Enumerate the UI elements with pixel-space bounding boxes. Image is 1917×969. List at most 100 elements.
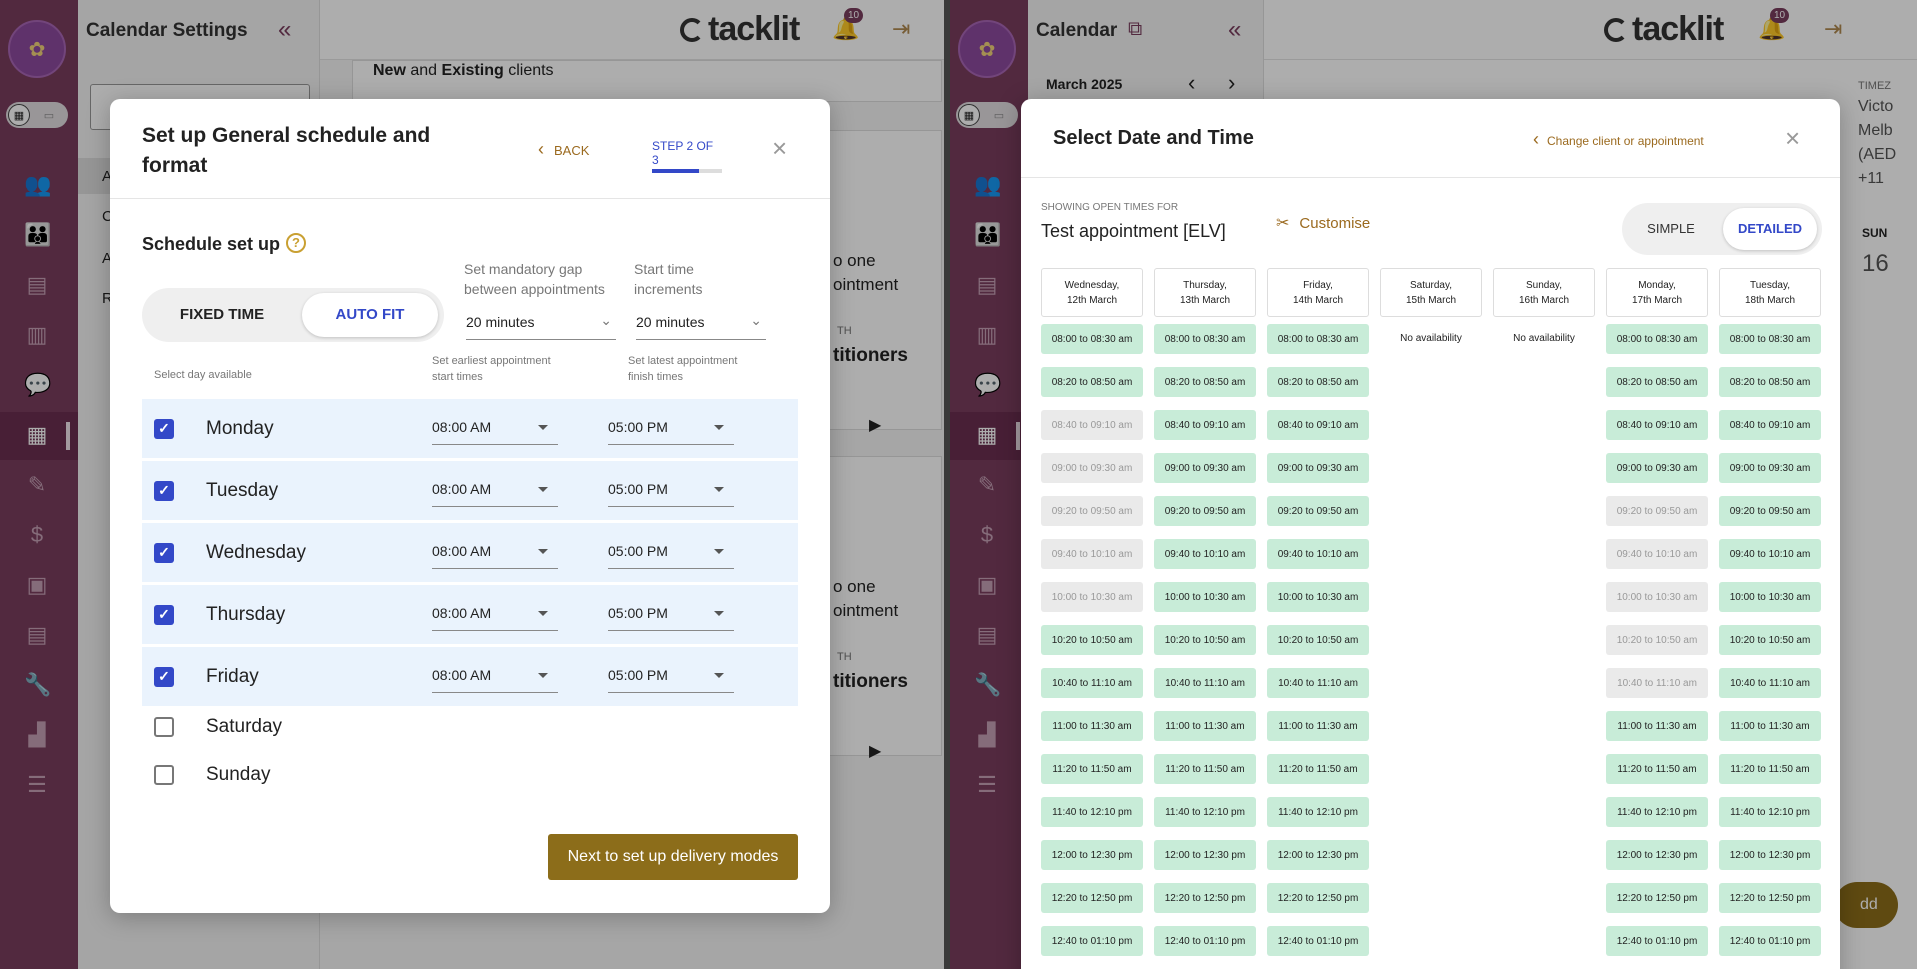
time-slot[interactable]: 11:00 to 11:30 am <box>1267 711 1369 741</box>
fixed-time-option[interactable]: FIXED TIME <box>142 288 302 342</box>
time-slot[interactable]: 11:20 to 11:50 am <box>1606 754 1708 784</box>
time-slot[interactable]: 10:20 to 10:50 am <box>1041 625 1143 655</box>
time-slot[interactable]: 08:00 to 08:30 am <box>1267 324 1369 354</box>
view-toggle: SIMPLE DETAILED <box>1622 203 1822 255</box>
time-slot[interactable]: 10:40 to 11:10 am <box>1041 668 1143 698</box>
time-slot[interactable]: 09:00 to 09:30 am <box>1267 453 1369 483</box>
change-client-link[interactable]: ‹ Change client or appointment <box>1533 129 1704 150</box>
time-slot[interactable]: 12:00 to 12:30 pm <box>1267 840 1369 870</box>
time-slot[interactable]: 12:00 to 12:30 pm <box>1154 840 1256 870</box>
time-slot[interactable]: 12:40 to 01:10 pm <box>1041 926 1143 956</box>
time-slot[interactable]: 08:00 to 08:30 am <box>1606 324 1708 354</box>
time-slot[interactable]: 11:20 to 11:50 am <box>1041 754 1143 784</box>
customise-button[interactable]: ✂ Customise <box>1276 213 1370 233</box>
time-slot[interactable]: 12:40 to 01:10 pm <box>1606 926 1708 956</box>
next-button[interactable]: Next to set up delivery modes <box>548 834 798 880</box>
increment-select[interactable]: 20 minutes ⌄ <box>636 308 766 340</box>
close-icon[interactable]: × <box>1785 123 1800 154</box>
start-time-select[interactable]: 08:00 AM <box>432 599 558 631</box>
question-circle-icon[interactable]: ? <box>286 233 306 253</box>
detailed-option[interactable]: DETAILED <box>1723 208 1817 250</box>
time-slot[interactable]: 08:20 to 08:50 am <box>1719 367 1821 397</box>
time-slot[interactable]: 10:00 to 10:30 am <box>1154 582 1256 612</box>
time-slot[interactable]: 10:00 to 10:30 am <box>1719 582 1821 612</box>
caret-down-icon <box>714 673 724 678</box>
time-slot[interactable]: 12:40 to 01:10 pm <box>1719 926 1821 956</box>
time-slot[interactable]: 08:20 to 08:50 am <box>1267 367 1369 397</box>
time-slot[interactable]: 12:20 to 12:50 pm <box>1267 883 1369 913</box>
time-slot[interactable]: 08:00 to 08:30 am <box>1154 324 1256 354</box>
time-slot[interactable]: 08:40 to 09:10 am <box>1154 410 1256 440</box>
time-slot[interactable]: 08:20 to 08:50 am <box>1606 367 1708 397</box>
time-slot[interactable]: 09:40 to 10:10 am <box>1719 539 1821 569</box>
start-time-select[interactable]: 08:00 AM <box>432 537 558 569</box>
close-icon[interactable]: × <box>772 133 787 164</box>
time-slot: 09:20 to 09:50 am <box>1041 496 1143 526</box>
time-slot[interactable]: 09:20 to 09:50 am <box>1154 496 1256 526</box>
time-slot[interactable]: 11:20 to 11:50 am <box>1719 754 1821 784</box>
time-slot[interactable]: 09:40 to 10:10 am <box>1267 539 1369 569</box>
day-checkbox-monday[interactable]: ✓ <box>154 418 174 439</box>
column-date: 14th March <box>1292 294 1344 306</box>
time-slot[interactable]: 09:00 to 09:30 am <box>1154 453 1256 483</box>
back-button[interactable]: ‹ BACK <box>538 139 589 160</box>
time-slot[interactable]: 11:00 to 11:30 am <box>1154 711 1256 741</box>
end-time-select[interactable]: 05:00 PM <box>608 413 734 445</box>
time-slot[interactable]: 08:20 to 08:50 am <box>1041 367 1143 397</box>
time-slot[interactable]: 09:00 to 09:30 am <box>1606 453 1708 483</box>
time-slot[interactable]: 09:20 to 09:50 am <box>1719 496 1821 526</box>
start-time-select[interactable]: 08:00 AM <box>432 413 558 445</box>
time-slot[interactable]: 11:40 to 12:10 pm <box>1154 797 1256 827</box>
time-slot[interactable]: 10:40 to 11:10 am <box>1154 668 1256 698</box>
time-slot[interactable]: 08:40 to 09:10 am <box>1267 410 1369 440</box>
time-slot[interactable]: 11:40 to 12:10 pm <box>1719 797 1821 827</box>
start-time-select[interactable]: 08:00 AM <box>432 661 558 693</box>
time-slot[interactable]: 09:20 to 09:50 am <box>1267 496 1369 526</box>
auto-fit-option[interactable]: AUTO FIT <box>302 293 438 337</box>
time-slot[interactable]: 08:40 to 09:10 am <box>1606 410 1708 440</box>
time-slot[interactable]: 09:00 to 09:30 am <box>1719 453 1821 483</box>
day-checkbox-saturday[interactable] <box>154 717 174 737</box>
day-checkbox-sunday[interactable] <box>154 765 174 785</box>
time-slot[interactable]: 11:20 to 11:50 am <box>1154 754 1256 784</box>
end-time-select[interactable]: 05:00 PM <box>608 475 734 507</box>
time-slot[interactable]: 08:20 to 08:50 am <box>1154 367 1256 397</box>
time-slot[interactable]: 12:00 to 12:30 pm <box>1606 840 1708 870</box>
time-slot[interactable]: 11:40 to 12:10 pm <box>1267 797 1369 827</box>
step-label: STEP 2 OF 3 <box>652 139 714 167</box>
time-slot[interactable]: 10:20 to 10:50 am <box>1267 625 1369 655</box>
time-slot[interactable]: 12:40 to 01:10 pm <box>1267 926 1369 956</box>
time-slot[interactable]: 10:20 to 10:50 am <box>1154 625 1256 655</box>
simple-option[interactable]: SIMPLE <box>1622 203 1720 255</box>
start-time-select[interactable]: 08:00 AM <box>432 475 558 507</box>
time-slot[interactable]: 11:00 to 11:30 am <box>1606 711 1708 741</box>
time-slot[interactable]: 08:40 to 09:10 am <box>1719 410 1821 440</box>
end-time-select[interactable]: 05:00 PM <box>608 599 734 631</box>
time-slot[interactable]: 12:00 to 12:30 pm <box>1041 840 1143 870</box>
time-slot[interactable]: 08:00 to 08:30 am <box>1719 324 1821 354</box>
time-slot[interactable]: 11:00 to 11:30 am <box>1719 711 1821 741</box>
time-slot[interactable]: 09:40 to 10:10 am <box>1154 539 1256 569</box>
time-slot[interactable]: 11:00 to 11:30 am <box>1041 711 1143 741</box>
day-checkbox-wednesday[interactable]: ✓ <box>154 542 174 563</box>
time-slot[interactable]: 10:20 to 10:50 am <box>1719 625 1821 655</box>
end-time-select[interactable]: 05:00 PM <box>608 661 734 693</box>
time-slot[interactable]: 11:20 to 11:50 am <box>1267 754 1369 784</box>
time-slot[interactable]: 11:40 to 12:10 pm <box>1606 797 1708 827</box>
end-time-select[interactable]: 05:00 PM <box>608 537 734 569</box>
time-slot[interactable]: 10:40 to 11:10 am <box>1719 668 1821 698</box>
time-slot[interactable]: 12:20 to 12:50 pm <box>1154 883 1256 913</box>
time-slot[interactable]: 12:20 to 12:50 pm <box>1041 883 1143 913</box>
day-checkbox-friday[interactable]: ✓ <box>154 666 174 687</box>
time-slot[interactable]: 12:20 to 12:50 pm <box>1606 883 1708 913</box>
time-slot[interactable]: 12:20 to 12:50 pm <box>1719 883 1821 913</box>
day-checkbox-tuesday[interactable]: ✓ <box>154 480 174 501</box>
time-slot[interactable]: 12:00 to 12:30 pm <box>1719 840 1821 870</box>
time-slot[interactable]: 12:40 to 01:10 pm <box>1154 926 1256 956</box>
time-slot[interactable]: 08:00 to 08:30 am <box>1041 324 1143 354</box>
day-checkbox-thursday[interactable]: ✓ <box>154 604 174 625</box>
time-slot[interactable]: 11:40 to 12:10 pm <box>1041 797 1143 827</box>
time-slot[interactable]: 10:00 to 10:30 am <box>1267 582 1369 612</box>
time-slot[interactable]: 10:40 to 11:10 am <box>1267 668 1369 698</box>
gap-select[interactable]: 20 minutes ⌄ <box>466 308 616 340</box>
